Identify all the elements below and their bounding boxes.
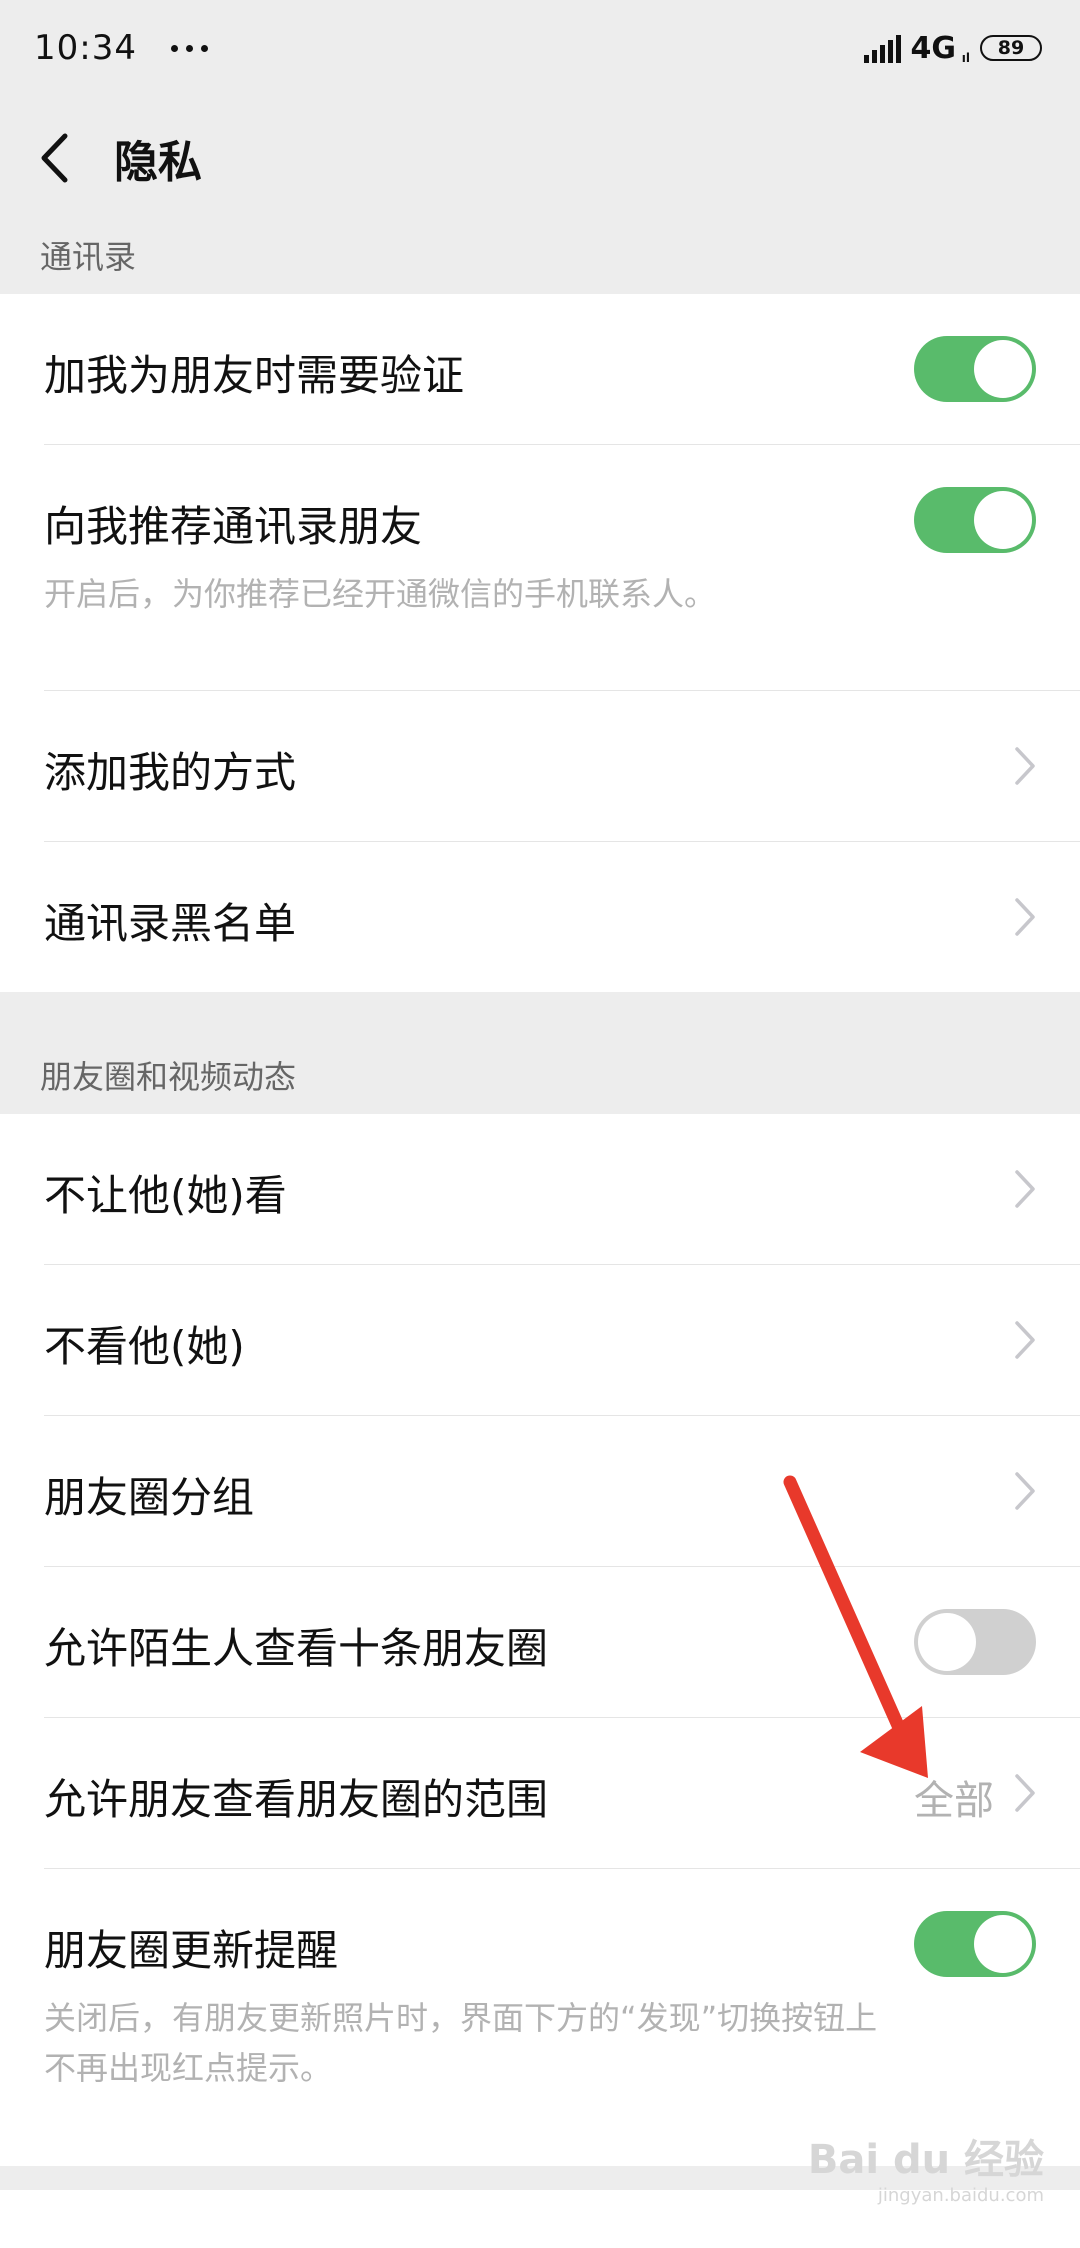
annotation-arrow bbox=[783, 1475, 928, 1778]
watermark-site: jingyan.baidu.com bbox=[877, 2185, 1044, 2206]
annotation-arrow-shaft bbox=[783, 1475, 907, 1737]
privacy-settings-screen: 10:34 4G ıl 89 隐私 通讯录 加我为朋友时需要验证 向我推荐通讯录朋… bbox=[0, 0, 1080, 2248]
watermark-brand: Bai du 经验 bbox=[807, 2137, 1044, 2183]
watermark: Bai du 经验 jingyan.baidu.com bbox=[808, 2127, 1044, 2206]
